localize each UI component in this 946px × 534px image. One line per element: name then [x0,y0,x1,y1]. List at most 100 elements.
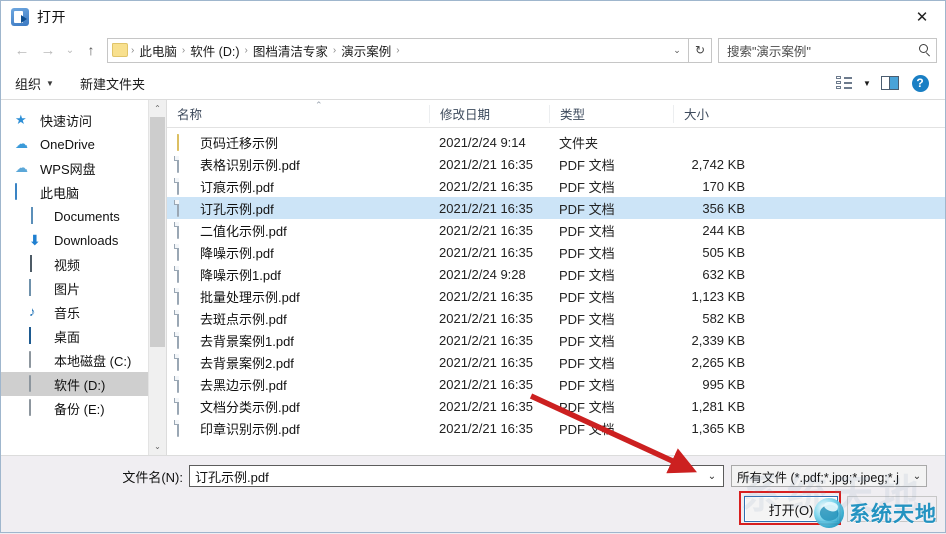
sidebar-item-label: OneDrive [40,136,95,152]
column-header-type[interactable]: 类型 [549,104,673,123]
pdf-file-icon [177,243,193,261]
help-icon: ? [911,74,929,92]
cloud-icon: ☁ [15,136,28,151]
table-row[interactable]: 去黑边示例.pdf 2021/2/21 16:35 PDF 文档 995 KB [167,373,945,395]
sidebar-item-videos[interactable]: 视频 [1,252,148,276]
table-row[interactable]: 页码迁移示例 2021/2/24 9:14 文件夹 [167,131,945,153]
table-row[interactable]: 降噪示例1.pdf 2021/2/24 9:28 PDF 文档 632 KB [167,263,945,285]
table-row[interactable]: 降噪示例.pdf 2021/2/21 16:35 PDF 文档 505 KB [167,241,945,263]
table-row[interactable]: 去背景案例2.pdf 2021/2/21 16:35 PDF 文档 2,265 … [167,351,945,373]
file-type-cell: PDF 文档 [559,311,615,327]
file-type-filter-select[interactable]: 所有文件 (*.pdf;*.jpg;*.jpeg;*.j ⌄ [731,465,927,487]
scrollbar-thumb[interactable] [150,117,165,347]
filename-input[interactable]: 订孔示例.pdf ⌄ [189,465,724,487]
window-title: 打开 [37,9,66,25]
close-icon[interactable]: ✕ [899,1,945,33]
breadcrumb-item-3[interactable]: 演示案例 [337,40,395,61]
file-name-cell: 去黑边示例.pdf [167,375,429,394]
table-row[interactable]: 去斑点示例.pdf 2021/2/21 16:35 PDF 文档 582 KB [167,307,945,329]
sidebar-item-local-disk-c[interactable]: 本地磁盘 (C:) [1,348,148,372]
up-button[interactable]: ↑ [79,37,103,63]
file-type-filter-value: 所有文件 (*.pdf;*.jpg;*.jpeg;*.j [737,470,899,485]
search-icon [918,43,932,57]
sidebar-item-label: 音乐 [54,305,81,321]
file-rows: 页码迁移示例 2021/2/24 9:14 文件夹 表格识别示例.pdf 202… [167,128,945,455]
pdf-file-icon [177,265,193,283]
recent-locations-button[interactable]: ⌄ [61,37,79,63]
file-name-label: 订痕示例.pdf [200,179,274,195]
address-bar[interactable]: › 此电脑 › 软件 (D:) › 图档清洁专家 › 演示案例 › ⌄ [107,37,689,63]
file-name-label: 二值化示例.pdf [200,223,287,239]
sidebar-item-wps-cloud[interactable]: ☁ WPS网盘 [1,156,148,180]
sidebar-item-label: 图片 [54,281,81,297]
sidebar-item-onedrive[interactable]: ☁ OneDrive [1,132,148,156]
table-row[interactable]: 二值化示例.pdf 2021/2/21 16:35 PDF 文档 244 KB [167,219,945,241]
refresh-icon[interactable]: ↻ [689,37,712,63]
table-row[interactable]: 去背景案例1.pdf 2021/2/21 16:35 PDF 文档 2,339 … [167,329,945,351]
forward-button[interactable]: → [35,37,61,63]
chevron-down-icon[interactable]: ⌄ [668,45,686,56]
dialog-body: ★ 快速访问 ☁ OneDrive ☁ WPS网盘 此电脑 Documents … [1,100,945,455]
navigation-pane-scrollbar[interactable]: ⌃ ⌄ [148,100,166,455]
search-input[interactable]: 搜索"演示案例" [718,37,937,63]
column-header-name[interactable]: 名称 ⌃ [167,100,429,123]
column-header-size[interactable]: 大小 [673,104,753,123]
cloud-icon: ☁ [15,160,28,175]
back-button[interactable]: ← [9,37,35,63]
column-header-date[interactable]: 修改日期 [429,104,549,123]
scroll-down-icon[interactable]: ⌄ [149,438,166,455]
chevron-down-icon[interactable]: ⌄ [703,471,721,482]
sidebar-item-quick-access[interactable]: ★ 快速访问 [1,108,148,132]
file-name-label: 订孔示例.pdf [200,201,274,217]
file-date-cell: 2021/2/24 9:14 [439,134,526,150]
sidebar-item-label: 快速访问 [40,113,93,129]
pdf-file-icon [177,287,193,305]
table-row-selected[interactable]: 订孔示例.pdf 2021/2/21 16:35 PDF 文档 356 KB [167,197,945,219]
file-name-cell: 订孔示例.pdf [167,199,429,218]
file-name-cell: 降噪示例.pdf [167,243,429,262]
sidebar-item-label: WPS网盘 [40,161,96,177]
preview-pane-button[interactable] [875,71,905,95]
drive-icon [29,375,47,392]
sidebar-item-pictures[interactable]: 图片 [1,276,148,300]
pdf-file-icon [177,331,193,349]
table-row[interactable]: 表格识别示例.pdf 2021/2/21 16:35 PDF 文档 2,742 … [167,153,945,175]
organize-button[interactable]: 组织 ▼ [15,74,54,93]
navigation-bar: ← → ⌄ ↑ › 此电脑 › 软件 (D:) › 图档清洁专家 › 演示案例 … [1,33,945,67]
sidebar-item-this-pc[interactable]: 此电脑 [1,180,148,204]
filename-row: 文件名(N): 订孔示例.pdf ⌄ 所有文件 (*.pdf;*.jpg;*.j… [1,464,945,488]
change-view-button[interactable] [829,71,859,95]
file-date-cell: 2021/2/21 16:35 [439,420,533,436]
videos-icon [29,255,47,272]
breadcrumb-item-2[interactable]: 图档清洁专家 [249,40,332,61]
sidebar-item-backup-e[interactable]: 备份 (E:) [1,396,148,420]
view-options-caret[interactable]: ▼ [859,79,875,88]
file-size-cell: 2,742 KB [691,156,746,172]
table-row[interactable]: 订痕示例.pdf 2021/2/21 16:35 PDF 文档 170 KB [167,175,945,197]
sidebar-item-label: 本地磁盘 (C:) [54,353,132,369]
sidebar-item-label: Documents [54,208,120,224]
new-folder-button[interactable]: 新建文件夹 [80,74,145,93]
star-icon: ★ [15,112,27,127]
sidebar-item-desktop[interactable]: 桌面 [1,324,148,348]
sidebar-item-documents[interactable]: Documents [1,204,148,228]
sidebar-item-label: 桌面 [54,329,81,345]
scroll-up-icon[interactable]: ⌃ [149,100,166,117]
pdf-file-icon [177,221,193,239]
pdf-file-icon [177,397,193,415]
table-row[interactable]: 批量处理示例.pdf 2021/2/21 16:35 PDF 文档 1,123 … [167,285,945,307]
table-row[interactable]: 印章识别示例.pdf 2021/2/21 16:35 PDF 文档 1,365 … [167,417,945,439]
sidebar-item-downloads[interactable]: ⬇ Downloads [1,228,148,252]
file-name-label: 表格识别示例.pdf [200,157,300,173]
breadcrumb-item-1[interactable]: 软件 (D:) [186,40,243,61]
sidebar-item-music[interactable]: ♪ 音乐 [1,300,148,324]
file-type-cell: PDF 文档 [559,267,615,283]
file-size-cell: 1,281 KB [691,398,746,414]
pdf-file-icon [177,155,193,173]
file-name-cell: 去背景案例2.pdf [167,353,429,372]
sidebar-item-software-d[interactable]: 软件 (D:) [1,372,148,396]
table-row[interactable]: 文档分类示例.pdf 2021/2/21 16:35 PDF 文档 1,281 … [167,395,945,417]
breadcrumb-item-0[interactable]: 此电脑 [135,40,181,61]
command-bar-right: ▼ ? [829,71,935,95]
help-button[interactable]: ? [905,71,935,95]
